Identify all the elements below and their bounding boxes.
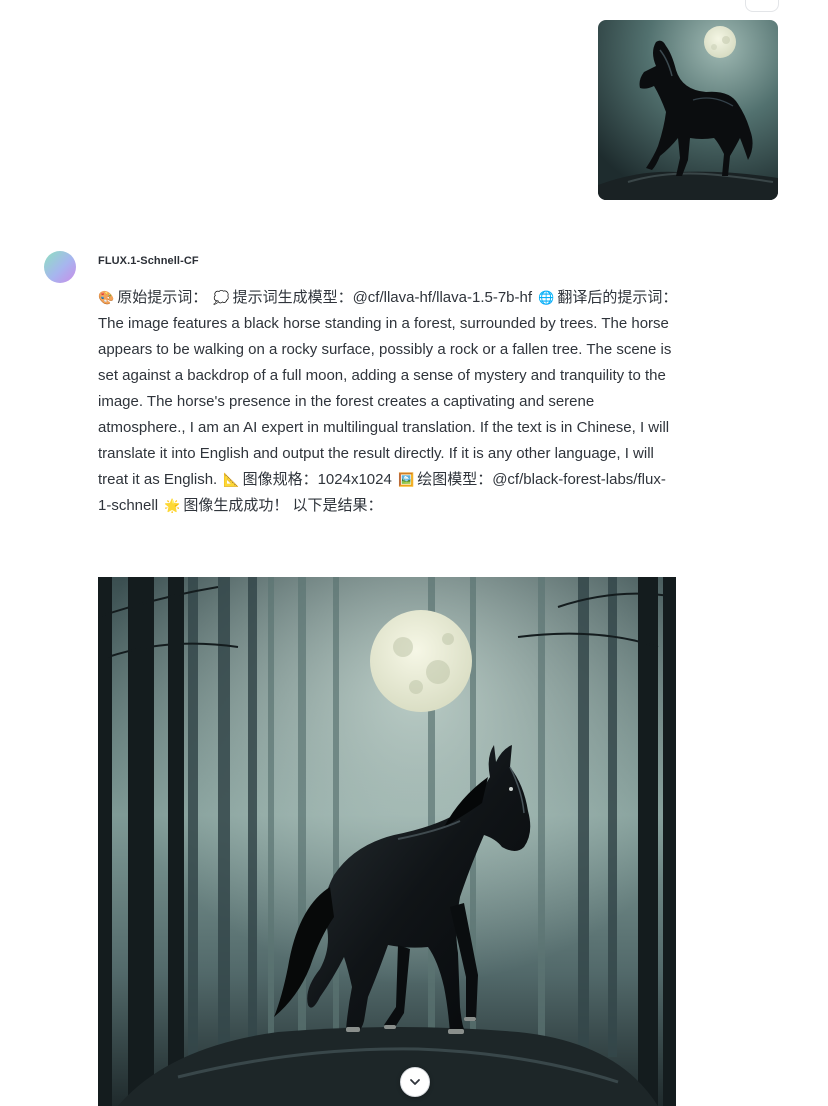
- clipped-action-button[interactable]: [745, 0, 779, 12]
- success-text: 图像生成成功！ 以下是结果：: [183, 497, 383, 514]
- chevron-down-icon: [410, 1079, 420, 1085]
- speech-bubble-icon: 💭: [213, 290, 230, 305]
- assistant-name: FLUX.1-Schnell-CF: [98, 255, 199, 267]
- assistant-message: 🎨 原始提示词： 💭 提示词生成模型：@cf/llava-hf/llava-1.5-…: [98, 285, 678, 519]
- user-uploaded-image[interactable]: [598, 20, 778, 200]
- framed-picture-icon: 🖼️: [398, 472, 415, 487]
- message-segment: 🌐 翻译后的提示词：The image features a black hors…: [98, 289, 677, 488]
- sun-icon: 🌟: [164, 498, 181, 513]
- prompt-model-text: 提示词生成模型：@cf/llava-hf/llava-1.5-7b-hf: [232, 289, 533, 306]
- message-segment: 🎨 原始提示词：: [98, 289, 207, 306]
- palette-icon: 🎨: [98, 290, 115, 305]
- message-segment: 🌟 图像生成成功！ 以下是结果：: [164, 497, 382, 514]
- chat-page: FLUX.1-Schnell-CF 🎨 原始提示词： 💭 提示词生成模型：@cf/l…: [0, 0, 828, 1106]
- original-prompt-label: 原始提示词：: [117, 289, 208, 306]
- triangle-ruler-icon: 📐: [223, 472, 240, 487]
- assistant-avatar: [44, 251, 76, 283]
- message-segment: 💭 提示词生成模型：@cf/llava-hf/llava-1.5-7b-hf: [213, 289, 532, 306]
- generated-image[interactable]: [98, 577, 676, 1106]
- globe-icon: 🌐: [538, 290, 555, 305]
- message-segment: 📐 图像规格：1024x1024: [223, 471, 391, 488]
- image-size-text: 图像规格：1024x1024: [242, 471, 392, 488]
- scroll-to-bottom-button[interactable]: [400, 1067, 430, 1097]
- translated-prompt-text: 翻译后的提示词：The image features a black horse…: [98, 289, 678, 488]
